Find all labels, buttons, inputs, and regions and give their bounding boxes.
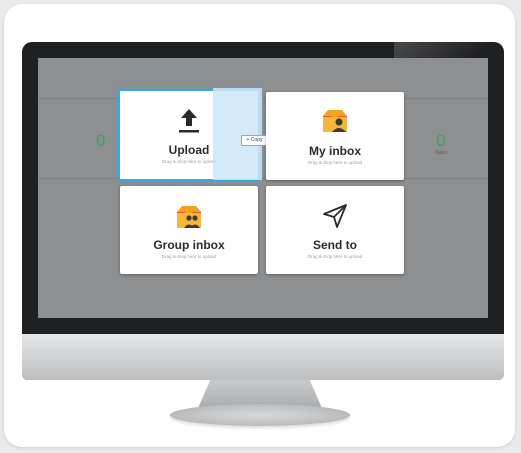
stat-right-number: 0 — [436, 131, 446, 150]
group-inbox-title: Group inbox — [153, 238, 225, 252]
paper-plane-icon — [321, 202, 349, 235]
inbox-person-icon — [320, 108, 350, 139]
group-inbox-tile[interactable]: Group inbox Drag & drop here to upload — [120, 186, 258, 274]
send-to-title: Send to — [313, 238, 357, 252]
monitor: 0 0 Tasks — [22, 42, 504, 380]
upload-arrow-icon — [176, 107, 202, 140]
stat-left-number: 0 — [96, 131, 106, 150]
my-inbox-tile[interactable]: My inbox Drag & drop here to upload — [266, 92, 404, 180]
inbox-group-icon — [174, 204, 204, 235]
screen-divider — [38, 98, 488, 99]
stat-right-label: Tasks — [434, 150, 448, 156]
send-to-subtitle: Drag & drop here to upload — [307, 254, 363, 259]
my-inbox-title: My inbox — [308, 144, 361, 158]
monitor-chin — [22, 334, 504, 380]
screen: 0 0 Tasks — [38, 58, 488, 318]
screen-divider — [38, 178, 488, 179]
stat-right: 0 Tasks — [426, 131, 456, 157]
stat-left: 0 — [96, 132, 105, 150]
drag-ghost[interactable] — [213, 88, 262, 180]
copy-cursor-tag: + Copy — [241, 135, 268, 146]
group-inbox-subtitle: Drag & drop here to upload — [161, 254, 217, 259]
monitor-base — [170, 404, 350, 426]
my-inbox-subtitle: Drag & drop here to upload — [307, 160, 363, 165]
send-to-tile[interactable]: Send to Drag & drop here to upload — [266, 186, 404, 274]
